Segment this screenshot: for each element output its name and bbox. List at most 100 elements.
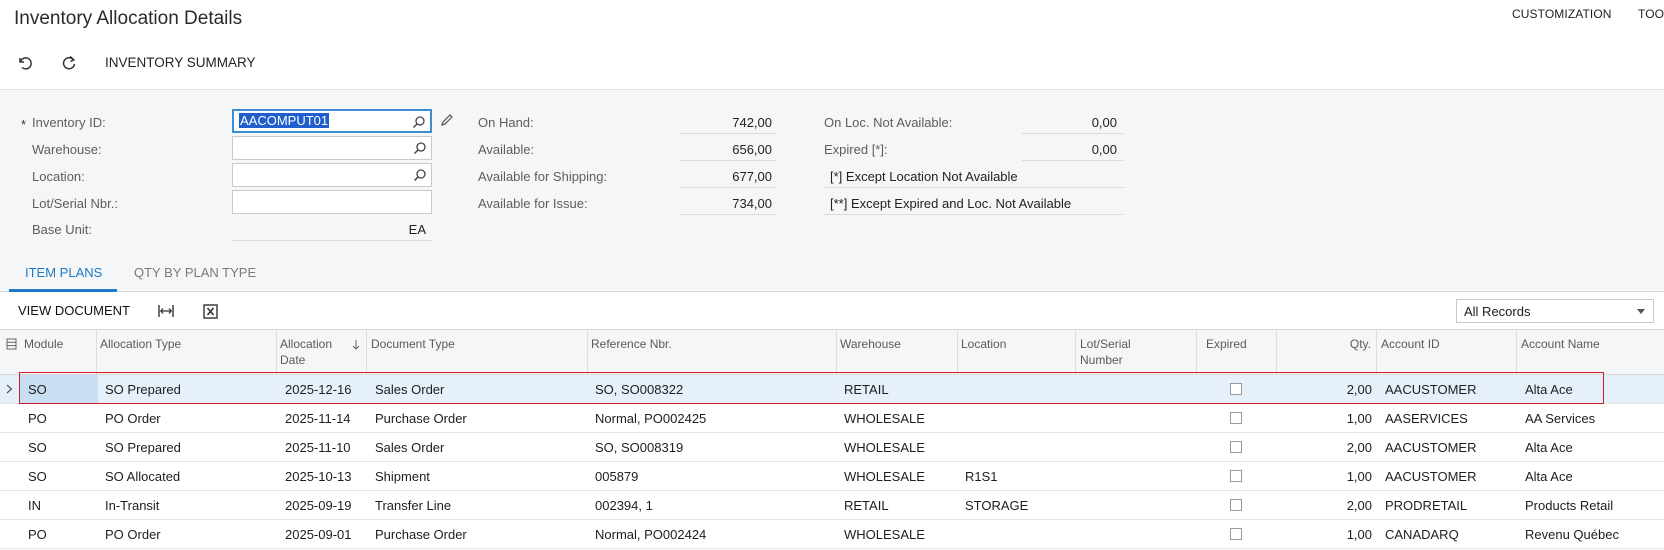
cell-qty: 2,00 [1346,440,1372,455]
records-filter-select[interactable]: All Records [1456,299,1654,323]
sort-desc-icon[interactable] [352,339,360,350]
lot-serial-input[interactable] [232,190,432,214]
col-account-id[interactable]: Account ID [1381,336,1440,352]
cell-qty: 1,00 [1346,527,1372,542]
refresh-icon[interactable] [58,52,80,74]
col-allocation-date[interactable]: Allocation Date [280,336,332,368]
expired-value: 0,00 [1091,142,1117,157]
cell-reference-nbr: SO, SO008319 [595,440,684,455]
expired-label: Expired [*]: [824,142,888,157]
tab-qty-by-plan-type[interactable]: QTY BY PLAN TYPE [134,265,256,280]
cell-document-type: Purchase Order [375,527,467,542]
cell-account-id: AACUSTOMER [1385,469,1477,484]
expired-checkbox[interactable] [1230,470,1242,482]
excel-export-icon[interactable] [203,304,218,319]
cell-module: PO [28,411,47,426]
table-row[interactable]: PO PO Order 2025-11-14 Purchase Order Normal… [0,404,1664,433]
col-allocation-type[interactable]: Allocation Type [100,336,181,352]
cell-allocation-type: SO Prepared [105,440,181,455]
on-loc-not-available-value: 0,00 [1091,115,1117,130]
main-toolbar: INVENTORY SUMMARY [0,46,1664,82]
page-title: Inventory Allocation Details [14,8,243,29]
warehouse-input[interactable] [232,136,432,160]
cell-account-name: Revenu Québec [1525,527,1619,542]
col-location[interactable]: Location [961,336,1006,352]
inventory-summary-button[interactable]: INVENTORY SUMMARY [105,55,256,70]
cell-warehouse: WHOLESALE [844,440,925,455]
cell-qty: 2,00 [1346,382,1372,397]
col-qty[interactable]: Qty. [1280,336,1371,352]
cell-allocation-date: 2025-10-13 [285,469,352,484]
on-loc-not-available-label: On Loc. Not Available: [824,115,953,130]
col-document-type[interactable]: Document Type [371,336,455,352]
expired-checkbox[interactable] [1230,383,1242,395]
location-label: Location: [32,169,85,184]
col-expired[interactable]: Expired [1206,336,1247,352]
cell-qty: 1,00 [1346,469,1372,484]
cell-allocation-date: 2025-11-14 [285,411,351,426]
search-icon[interactable] [412,115,426,129]
base-unit-value: EA [408,222,426,237]
available-underline [680,160,776,161]
on-hand-underline [680,133,776,134]
expired-checkbox[interactable] [1230,441,1242,453]
grid-toolbar: VIEW DOCUMENT All Records [0,292,1664,330]
cell-location: STORAGE [965,498,1029,513]
cell-allocation-type: In-Transit [105,498,160,513]
available-label: Available: [478,142,535,157]
cell-allocation-date: 2025-12-16 [285,382,352,397]
cell-allocation-type: PO Order [105,411,161,426]
cell-account-name: Alta Ace [1525,440,1573,455]
note1-underline [824,187,1124,188]
table-row[interactable]: SO SO Allocated 2025-10-13 Shipment 005879 WH… [0,462,1664,491]
warehouse-label: Warehouse: [32,142,102,157]
view-document-button[interactable]: VIEW DOCUMENT [18,303,130,318]
tab-item-plans[interactable]: ITEM PLANS [25,265,102,280]
table-row[interactable]: IN In-Transit 2025-09-19 Transfer Line 00239… [0,491,1664,520]
cell-account-id: AACUSTOMER [1385,440,1477,455]
location-input[interactable] [232,163,432,187]
cell-allocation-type: SO Allocated [105,469,181,484]
cell-account-id: PRODRETAIL [1385,498,1468,513]
cell-document-type: Sales Order [375,440,445,455]
cell-document-type: Transfer Line [375,498,452,513]
nav-tools[interactable]: TOO [1638,7,1664,21]
cell-allocation-date: 2025-09-01 [285,527,352,542]
table-row[interactable]: PO PO Order 2025-09-01 Purchase Order Normal… [0,520,1664,549]
undo-icon[interactable] [14,52,36,74]
col-lot-serial[interactable]: Lot/Serial Number [1080,336,1131,368]
fit-columns-icon[interactable] [157,304,175,318]
row-indicator-icon [6,384,13,394]
table-row[interactable]: SO SO Prepared 2025-12-16 Sales Order SO, SO… [0,375,1664,404]
legend-note-1: [*] Except Location Not Available [830,169,1018,184]
available-shipping-label: Available for Shipping: [478,169,608,184]
col-account-name[interactable]: Account Name [1521,336,1600,352]
column-settings-icon[interactable] [6,338,17,350]
nav-customization[interactable]: CUSTOMIZATION [1512,7,1612,21]
cell-reference-nbr: SO, SO008322 [595,382,684,397]
on-hand-value: 742,00 [732,115,772,130]
cell-module: SO [28,440,47,455]
available-issue-label: Available for Issue: [478,196,588,211]
cell-account-id: AACUSTOMER [1385,382,1477,397]
cell-warehouse: WHOLESALE [844,527,925,542]
edit-pencil-icon[interactable] [440,113,454,127]
expired-checkbox[interactable] [1230,499,1242,511]
table-row[interactable]: SO SO Prepared 2025-11-10 Sales Order SO, SO… [0,433,1664,462]
inventory-id-input[interactable]: AACOMPUT01 [232,109,432,133]
expired-checkbox[interactable] [1230,528,1242,540]
tab-bar: ITEM PLANS QTY BY PLAN TYPE [0,256,1664,292]
search-icon[interactable] [413,141,427,155]
cell-account-name: Alta Ace [1525,382,1573,397]
col-module[interactable]: Module [24,336,63,352]
cell-module: SO [28,382,47,397]
expired-checkbox[interactable] [1230,412,1242,424]
cell-document-type: Sales Order [375,382,445,397]
base-unit-label: Base Unit: [32,222,92,237]
lot-serial-label: Lot/Serial Nbr.: [32,196,118,211]
grid-header: Module Allocation Type Allocation Date Do… [0,330,1664,375]
col-warehouse[interactable]: Warehouse [840,336,901,352]
chevron-down-icon [1637,309,1645,314]
search-icon[interactable] [413,168,427,182]
col-reference-nbr[interactable]: Reference Nbr. [591,336,672,352]
